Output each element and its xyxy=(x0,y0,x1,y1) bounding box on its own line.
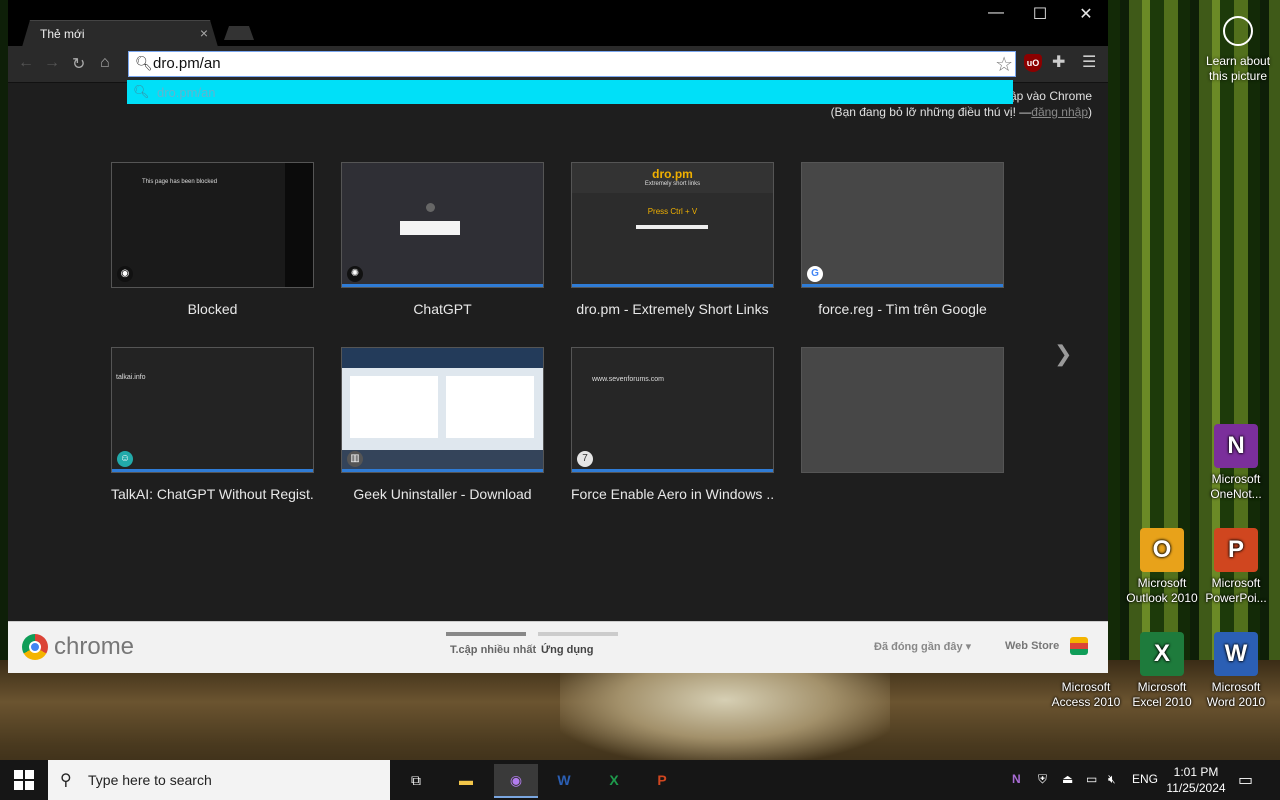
tile-thumbnail: www.sevenforums.com xyxy=(592,376,664,383)
clock[interactable]: 1:01 PM 11/25/2024 xyxy=(1160,764,1232,796)
most-visited-indicator xyxy=(446,632,526,636)
tile-label: ChatGPT xyxy=(413,301,472,317)
home-icon[interactable]: ⌂ xyxy=(100,54,110,72)
security-tray-icon[interactable]: ⛨ xyxy=(1038,772,1047,787)
sevenforums-icon: 7 xyxy=(577,451,593,467)
back-icon[interactable]: ← xyxy=(18,54,34,72)
tile-talkai[interactable]: talkai.info ☺ xyxy=(111,347,314,473)
clock-date: 11/25/2024 xyxy=(1166,781,1226,795)
tile-google[interactable]: G xyxy=(801,162,1004,288)
desktop-icon-powerpoint[interactable]: P Microsoft PowerPoi... xyxy=(1200,528,1272,606)
tile-blocked[interactable]: This page has been blocked ◉ xyxy=(111,162,314,288)
usb-tray-icon[interactable]: ⏏ xyxy=(1062,772,1073,786)
notifications-icon[interactable]: ▭ xyxy=(1238,770,1253,790)
tab-apps[interactable]: Ứng dụng xyxy=(541,644,594,656)
tile-label: Force Enable Aero in Windows ... xyxy=(571,486,774,502)
powerpoint-icon: P xyxy=(1214,528,1258,572)
word-taskbar-icon[interactable]: W xyxy=(542,764,586,796)
minimize-button[interactable]: — xyxy=(976,4,1016,22)
learn-about-picture[interactable]: Learn about this picture xyxy=(1200,14,1276,84)
excel-taskbar-icon[interactable]: X xyxy=(592,764,636,796)
tile-label: dro.pm - Extremely Short Links xyxy=(576,301,769,317)
tile-empty xyxy=(801,347,1004,473)
new-tab-button[interactable] xyxy=(224,26,254,40)
tile-thumbnail xyxy=(342,163,543,287)
outlook-icon: O xyxy=(1140,528,1184,572)
chrome-window: Thẻ mới × — ☐ ✕ ← → ↻ ⌂ 🔍︎ dro.pm/an ☆ u… xyxy=(8,0,1108,673)
tab-close-icon[interactable]: × xyxy=(200,25,208,41)
tile-dropm[interactable]: dro.pm Extremely short links Press Ctrl … xyxy=(571,162,774,288)
extensions-icon[interactable]: ✚ xyxy=(1052,52,1065,72)
chrome-logo-icon xyxy=(22,634,48,660)
web-store-icon[interactable] xyxy=(1070,637,1088,655)
browser-toolbar: ← → ↻ ⌂ 🔍︎ dro.pm/an ☆ uO ✚ ☰ xyxy=(8,46,1108,83)
web-store-link[interactable]: Web Store xyxy=(1005,640,1059,652)
desktop-icon-onenote[interactable]: N Microsoft OneNot... xyxy=(1200,424,1272,502)
next-page-chevron-icon[interactable]: ❯ xyxy=(1054,341,1072,367)
chrome-menu-icon[interactable]: ☰ xyxy=(1082,52,1096,72)
google-icon: G xyxy=(807,266,823,282)
maximize-button[interactable]: ☐ xyxy=(1020,4,1060,24)
tile-thumbnail: talkai.info xyxy=(116,374,146,381)
tile-chatgpt[interactable]: ✺ xyxy=(341,162,544,288)
talkai-icon: ☺ xyxy=(117,451,133,467)
ntp-footer: chrome T.cập nhiều nhất Ứng dụng Đã đóng… xyxy=(8,621,1108,673)
search-icon: 🔍︎ xyxy=(135,55,153,71)
tile-thumbnail xyxy=(342,348,543,472)
close-button[interactable]: ✕ xyxy=(1066,4,1106,24)
tile-label: TalkAI: ChatGPT Without Regist... xyxy=(111,486,314,502)
search-icon: 🔍︎ xyxy=(133,84,150,99)
github-icon: ◉ xyxy=(117,266,133,282)
tile-geek-uninstaller[interactable]: ▥ xyxy=(341,347,544,473)
taskbar-search[interactable]: ⚲ Type here to search xyxy=(48,760,390,800)
onenote-icon: N xyxy=(1214,424,1258,468)
camera-icon xyxy=(1223,16,1253,46)
desktop-icon-outlook[interactable]: O Microsoft Outlook 2010 xyxy=(1126,528,1198,606)
language-indicator[interactable]: ENG xyxy=(1132,772,1158,786)
network-tray-icon[interactable]: ▭ xyxy=(1086,772,1097,786)
firefox-icon[interactable]: ◉ xyxy=(494,764,538,798)
task-view-icon[interactable]: ⧉ xyxy=(394,764,438,796)
address-bar[interactable]: 🔍︎ dro.pm/an ☆ xyxy=(128,51,1016,77)
address-input[interactable]: dro.pm/an xyxy=(153,55,221,72)
apps-indicator xyxy=(538,632,618,636)
desktop-icon-excel[interactable]: X Microsoft Excel 2010 xyxy=(1126,632,1198,710)
tab-most-visited[interactable]: T.cập nhiều nhất xyxy=(450,644,536,656)
openai-icon: ✺ xyxy=(347,266,363,282)
tab-new-tab[interactable]: Thẻ mới × xyxy=(22,20,218,47)
new-tab-page: ập vào Chrome (Bạn đang bỏ lỡ những điều… xyxy=(8,83,1108,621)
tab-title: Thẻ mới xyxy=(40,27,85,41)
powerpoint-taskbar-icon[interactable]: P xyxy=(640,764,684,796)
tile-sevenforums[interactable]: www.sevenforums.com 7 xyxy=(571,347,774,473)
volume-muted-icon[interactable]: 🔇︎ xyxy=(1108,772,1116,787)
excel-icon: X xyxy=(1140,632,1184,676)
onenote-tray-icon[interactable]: N xyxy=(1012,772,1021,786)
tile-thumbnail: This page has been blocked xyxy=(112,163,313,287)
taskbar: ⚲ Type here to search ⧉ ▬ ◉ W X P N ⛨ ⏏ … xyxy=(0,760,1280,800)
omnibox-suggestion[interactable]: 🔍︎ dro.pm/an xyxy=(127,80,1013,104)
chrome-logo-text: chrome xyxy=(54,633,135,660)
geek-uninstaller-icon: ▥ xyxy=(347,451,363,467)
bookmark-star-icon[interactable]: ☆ xyxy=(995,52,1013,77)
search-placeholder: Type here to search xyxy=(88,772,212,788)
signin-link[interactable]: đăng nhập xyxy=(1031,105,1088,119)
forward-icon[interactable]: → xyxy=(44,54,60,72)
file-explorer-icon[interactable]: ▬ xyxy=(444,764,488,796)
tile-thumbnail: dro.pm Extremely short links Press Ctrl … xyxy=(572,163,773,287)
tile-label: force.reg - Tìm trên Google xyxy=(818,301,987,317)
wallpaper-path xyxy=(560,660,890,760)
tile-label: Geek Uninstaller - Download xyxy=(353,486,532,502)
tile-label: Blocked xyxy=(187,301,238,317)
recently-closed-menu[interactable]: Đã đóng gần đây ▾ xyxy=(874,640,971,653)
windows-start-icon[interactable] xyxy=(14,770,34,790)
reload-icon[interactable]: ↻ xyxy=(72,54,85,74)
search-icon: ⚲ xyxy=(60,772,72,789)
signin-prompt: ập vào Chrome xyxy=(1009,89,1092,103)
desktop-icon-word[interactable]: W Microsoft Word 2010 xyxy=(1200,632,1272,710)
clock-time: 1:01 PM xyxy=(1173,765,1219,779)
word-icon: W xyxy=(1214,632,1258,676)
ublock-icon[interactable]: uO xyxy=(1024,54,1042,72)
signin-subtext: (Bạn đang bỏ lỡ những điều thú vị! —đăng… xyxy=(830,105,1092,119)
